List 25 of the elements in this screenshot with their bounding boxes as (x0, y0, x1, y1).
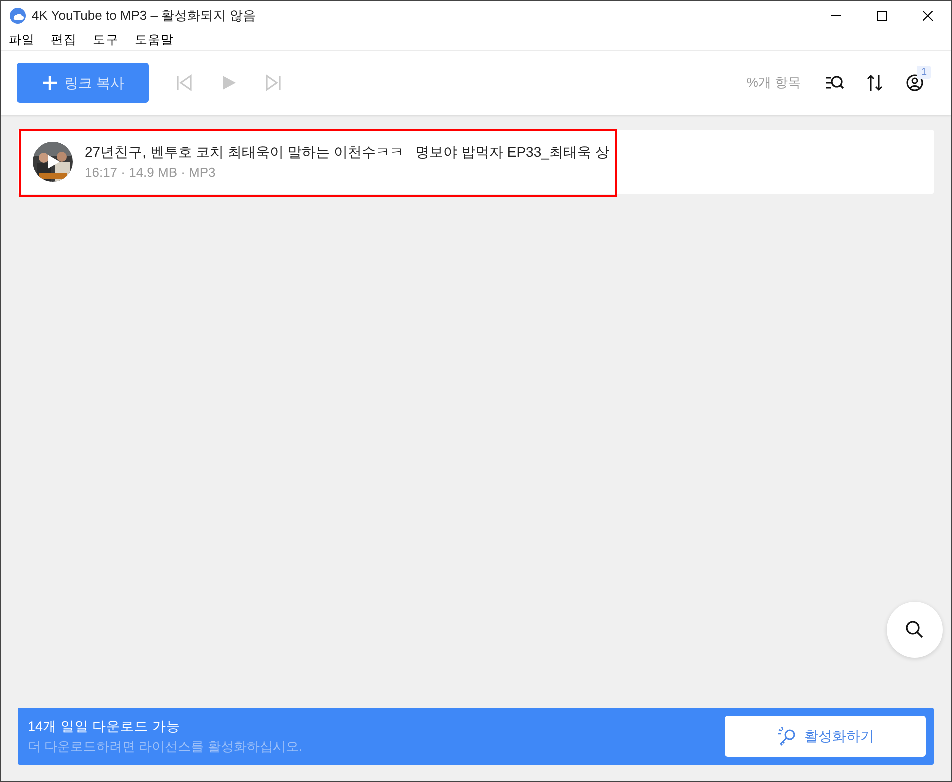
sort-icon (867, 74, 883, 92)
skip-forward-icon (264, 74, 282, 92)
skip-back-icon (176, 74, 194, 92)
close-icon (923, 11, 933, 21)
track-item[interactable]: 27년친구, 벤투호 코치 최태욱이 말하는 이천수ㅋㅋ 명보야 밥먹자 EP33_최태욱 상 16:17 · 14.9 MB · MP3 (18, 130, 934, 194)
activate-button[interactable]: 활성화하기 (725, 716, 926, 757)
menu-item[interactable]: 편집 (51, 31, 77, 50)
user-icon (906, 74, 924, 92)
notification-badge: 1 (917, 66, 931, 79)
license-note: 더 다운로드하려면 라이선스를 활성화하십시오. (28, 738, 302, 756)
menu-item[interactable]: 파일 (9, 31, 35, 50)
play-icon (220, 74, 238, 92)
window-title: 4K YouTube to MP3 – 활성화되지 않음 (32, 7, 256, 26)
menu-item[interactable]: 도구 (93, 31, 119, 50)
track-details: 16:17 · 14.9 MB · MP3 (85, 164, 217, 182)
search-button[interactable] (887, 602, 943, 658)
item-count: %개 항목 (746, 74, 801, 92)
maximize-icon (877, 11, 887, 21)
downloads-available-text: 14개 일일 다운로드 가능 (28, 718, 182, 736)
search-icon (905, 620, 925, 640)
plus-icon (42, 75, 58, 91)
menu-item[interactable]: 도움말 (135, 31, 174, 50)
app-logo-icon (10, 8, 26, 24)
track-title: 27년친구, 벤투호 코치 최태욱이 말하는 이천수ㅋㅋ 명보야 밥먹자 EP33_최태욱 상 (85, 142, 610, 162)
list-search-icon (825, 75, 845, 91)
